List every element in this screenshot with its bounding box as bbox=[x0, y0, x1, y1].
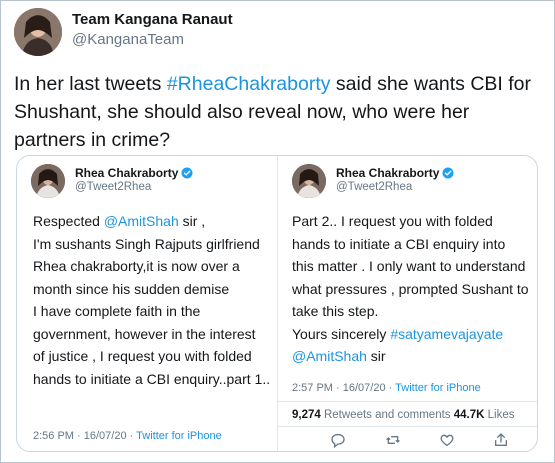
timestamp[interactable]: 2:56 PM · 16/07/20 · Twitter for iPhone bbox=[33, 430, 222, 442]
share-icon[interactable] bbox=[493, 432, 509, 448]
timestamp-text[interactable]: 2:56 PM · 16/07/20 · bbox=[33, 430, 136, 442]
embedded-tweets: Rhea Chakraborty @Tweet2Rhea Respected @… bbox=[16, 155, 538, 452]
quoted-tweet-text: Respected @AmitShah sir , I'm sushants S… bbox=[33, 210, 271, 390]
divider bbox=[278, 401, 537, 402]
retweets-label[interactable]: Retweets and comments bbox=[321, 409, 454, 421]
like-icon[interactable] bbox=[439, 432, 455, 448]
avatar[interactable] bbox=[31, 164, 65, 198]
author-name-text[interactable]: Rhea Chakraborty bbox=[75, 166, 178, 180]
author-handle[interactable]: @KanganaTeam bbox=[72, 31, 184, 48]
author-name[interactable]: Rhea Chakraborty bbox=[75, 166, 193, 180]
tweet-text: In her last tweets #RheaChakraborty said… bbox=[14, 70, 544, 154]
retweet-icon[interactable] bbox=[385, 432, 401, 448]
likes-count[interactable]: 44.7K bbox=[454, 409, 485, 421]
timestamp-text[interactable]: 2:57 PM · 16/07/20 · bbox=[292, 382, 395, 394]
source-link[interactable]: Twitter for iPhone bbox=[395, 382, 481, 394]
author-name[interactable]: Rhea Chakraborty bbox=[336, 166, 454, 180]
engagement-stats[interactable]: 9,274 Retweets and comments 44.7K Likes bbox=[292, 409, 514, 421]
divider bbox=[278, 426, 537, 427]
tweet-text-part: Respected bbox=[33, 213, 104, 229]
avatar[interactable] bbox=[14, 8, 62, 56]
likes-label[interactable]: Likes bbox=[484, 409, 515, 421]
author-handle[interactable]: @Tweet2Rhea bbox=[336, 181, 412, 193]
author-name-text[interactable]: Rhea Chakraborty bbox=[336, 166, 439, 180]
avatar[interactable] bbox=[292, 164, 326, 198]
mention-link[interactable]: @AmitShah bbox=[292, 348, 367, 364]
author-handle[interactable]: @Tweet2Rhea bbox=[75, 181, 151, 193]
hashtag-link[interactable]: #RheaChakraborty bbox=[167, 73, 331, 95]
retweets-count[interactable]: 9,274 bbox=[292, 409, 321, 421]
verified-badge-icon bbox=[442, 167, 454, 179]
mention-link[interactable]: @AmitShah bbox=[104, 213, 179, 229]
tweet-text-part: In her last tweets bbox=[14, 73, 167, 95]
quoted-tweet-text: Part 2.. I request you with folded hands… bbox=[292, 210, 530, 368]
verified-badge-icon bbox=[181, 167, 193, 179]
tweet-text-part: sir , I'm sushants Singh Rajputs girlfri… bbox=[33, 213, 271, 387]
tweet-text-part: sir bbox=[366, 348, 386, 364]
tweet-text-part: Part 2.. I request you with folded hands… bbox=[292, 213, 529, 342]
action-bar bbox=[278, 430, 537, 451]
timestamp[interactable]: 2:57 PM · 16/07/20 · Twitter for iPhone bbox=[292, 382, 481, 394]
author-name[interactable]: Team Kangana Ranaut bbox=[72, 11, 233, 28]
source-link[interactable]: Twitter for iPhone bbox=[136, 430, 222, 442]
hashtag-link[interactable]: #satyamevajayate bbox=[390, 326, 503, 342]
reply-icon[interactable] bbox=[330, 432, 346, 448]
quoted-tweet-right[interactable]: Rhea Chakraborty @Tweet2Rhea Part 2.. I … bbox=[278, 156, 537, 451]
quoted-tweet-left[interactable]: Rhea Chakraborty @Tweet2Rhea Respected @… bbox=[17, 156, 277, 451]
